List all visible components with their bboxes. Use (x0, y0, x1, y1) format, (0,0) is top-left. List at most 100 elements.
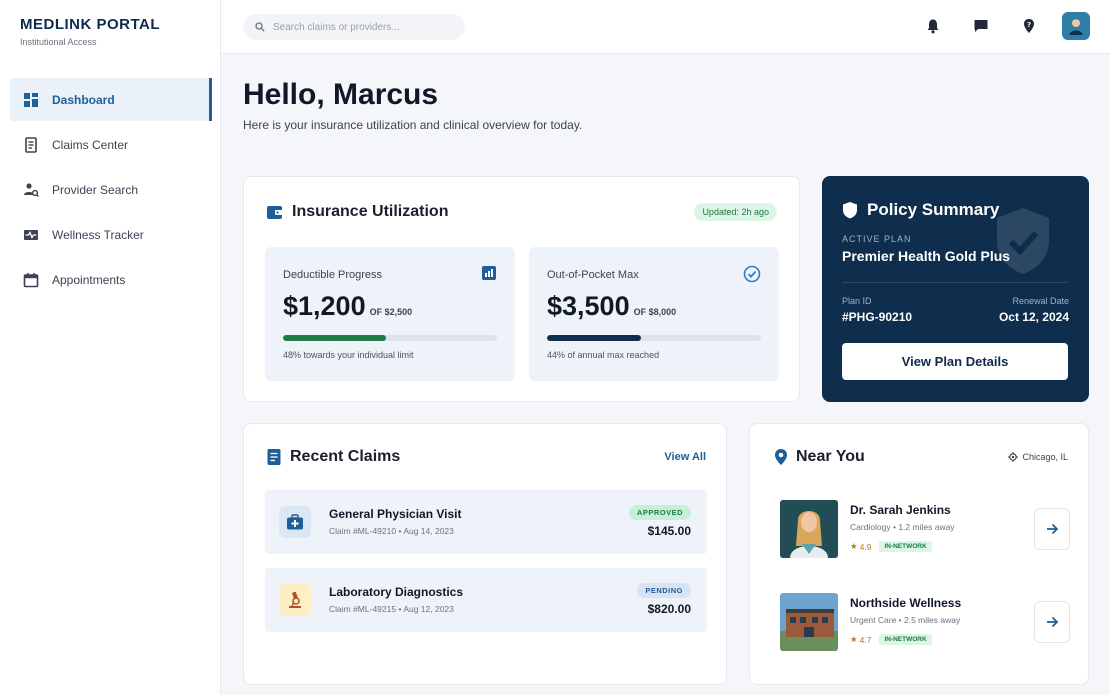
shield-icon (842, 201, 858, 219)
top-actions: ? (896, 12, 1090, 40)
crosshair-icon (1008, 452, 1019, 462)
provider-go-button[interactable] (1034, 508, 1070, 550)
status-badge: APPROVED (628, 505, 691, 520)
location-selector[interactable]: Chicago, IL (1008, 452, 1068, 462)
plan-name: Premier Health Gold Plus (842, 248, 1011, 264)
deductible-progress-fill (283, 335, 386, 341)
document-icon (22, 136, 40, 154)
provider-item[interactable]: Dr. Sarah Jenkins Cardiology • 1.2 miles… (780, 500, 1070, 558)
map-pin-icon (774, 448, 788, 466)
star-icon: ★ (850, 634, 858, 644)
metric-note: 48% towards your individual limit (283, 350, 414, 360)
renewal-date-label: Renewal Date (1012, 296, 1069, 306)
policy-title-text: Policy Summary (867, 200, 1000, 219)
deductible-progress-bar (283, 335, 497, 341)
card-title: Insurance Utilization (266, 203, 448, 221)
sidebar-item-label: Provider Search (52, 182, 139, 197)
provider-photo (780, 593, 838, 651)
provider-rating: ★ 4.7 IN-NETWORK (850, 634, 932, 645)
status-badge: PENDING (637, 583, 691, 598)
plan-id-value: #PHG-90210 (842, 310, 913, 324)
oop-amount: $3,500 (547, 291, 630, 321)
location-text: Chicago, IL (1022, 452, 1068, 462)
oop-progress-bar (547, 335, 761, 341)
provider-photo (780, 500, 838, 558)
brand-title: MEDLINK PORTAL (20, 16, 161, 33)
card-title: Recent Claims (266, 448, 400, 466)
provider-item[interactable]: Northside Wellness Urgent Care • 2.5 mil… (780, 593, 1070, 651)
grid-icon (22, 91, 40, 109)
claim-amount: $820.00 (647, 602, 691, 616)
oop-progress-fill (547, 335, 642, 341)
view-plan-details-button[interactable]: View Plan Details (842, 343, 1068, 380)
bell-icon[interactable] (922, 15, 944, 37)
shield-check-watermark-icon (993, 206, 1053, 281)
receipt-icon (266, 448, 282, 466)
metric-note: 44% of annual max reached (547, 350, 660, 360)
search-icon (255, 22, 265, 32)
star-icon: ★ (850, 541, 858, 551)
svg-text:?: ? (1027, 21, 1031, 29)
search-input[interactable] (273, 21, 453, 33)
people-search-icon (22, 181, 40, 199)
metric-label: Out-of-Pocket Max (547, 269, 639, 281)
provider-go-button[interactable] (1034, 601, 1070, 643)
claims-title: Recent Claims (290, 448, 401, 465)
sidebar-item-dashboard[interactable]: Dashboard (10, 78, 212, 121)
calendar-icon (22, 271, 40, 289)
sidebar-item-provider-search[interactable]: Provider Search (10, 168, 212, 211)
help-icon[interactable]: ? (1018, 15, 1040, 37)
chat-icon[interactable] (970, 15, 992, 37)
sidebar-item-label: Wellness Tracker (52, 227, 144, 242)
sidebar: MEDLINK PORTAL Institutional Access Dash… (0, 0, 221, 695)
metric-value: $1,200 OF $2,500 (283, 291, 412, 322)
avatar[interactable] (1062, 12, 1090, 40)
arrow-right-icon (1045, 615, 1059, 629)
deductible-amount: $1,200 (283, 291, 366, 321)
claim-name: General Physician Visit (329, 507, 462, 521)
oop-limit: OF $8,000 (633, 307, 677, 317)
metric-label: Deductible Progress (283, 269, 383, 281)
chart-icon (481, 265, 497, 286)
network-badge: IN-NETWORK (879, 541, 932, 552)
wallet-icon (266, 203, 284, 221)
claim-amount: $145.00 (647, 524, 691, 538)
claim-row[interactable]: General Physician Visit Claim #ML-49210 … (265, 490, 707, 554)
page-subtitle: Here is your insurance utilization and c… (243, 118, 583, 132)
provider-details: Urgent Care • 2.5 miles away (850, 615, 961, 625)
policy-title: Policy Summary (842, 200, 999, 220)
provider-name: Dr. Sarah Jenkins (850, 503, 951, 517)
claim-row[interactable]: Laboratory Diagnostics Claim #ML-49215 •… (265, 568, 707, 632)
sidebar-item-label: Claims Center (52, 137, 129, 152)
claim-meta: Claim #ML-49215 • Aug 12, 2023 (329, 604, 454, 614)
brand-subtitle: Institutional Access (20, 37, 97, 47)
deductible-limit: OF $2,500 (369, 307, 413, 317)
near-you-title: Near You (796, 448, 865, 465)
search-box (243, 14, 465, 40)
policy-summary-card: Policy Summary ACTIVE PLAN Premier Healt… (822, 176, 1089, 402)
active-plan-label: ACTIVE PLAN (842, 234, 912, 244)
medkit-icon (279, 506, 311, 538)
rating-value: 4.9 (859, 541, 872, 552)
recent-claims-card: Recent Claims View All General Physician… (243, 423, 727, 685)
greeting: Hello, Marcus Here is your insurance uti… (243, 78, 582, 132)
claim-name: Laboratory Diagnostics (329, 585, 464, 599)
view-all-link[interactable]: View All (664, 451, 706, 463)
provider-rating: ★ 4.9 IN-NETWORK (850, 541, 932, 552)
sidebar-item-label: Appointments (52, 272, 126, 287)
sidebar-item-appointments[interactable]: Appointments (10, 258, 212, 301)
sidebar-item-wellness-tracker[interactable]: Wellness Tracker (10, 213, 212, 256)
check-circle-icon (743, 265, 761, 288)
deductible-progress-panel: Deductible Progress $1,200 OF $2,500 48% … (265, 247, 515, 381)
network-badge: IN-NETWORK (879, 634, 932, 645)
metric-value: $3,500 OF $8,000 (547, 291, 676, 322)
near-you-card: Near You Chicago, IL Dr. Sarah Jenkins C… (749, 423, 1089, 685)
pulse-icon (22, 226, 40, 244)
provider-details: Cardiology • 1.2 miles away (850, 522, 955, 532)
arrow-right-icon (1045, 522, 1059, 536)
rating-value: 4.7 (859, 634, 872, 645)
sidebar-item-claims-center[interactable]: Claims Center (10, 123, 212, 166)
page-title: Hello, Marcus (243, 78, 439, 111)
out-of-pocket-panel: Out-of-Pocket Max $3,500 OF $8,000 44% of… (529, 247, 779, 381)
utilization-title: Insurance Utilization (292, 203, 449, 220)
